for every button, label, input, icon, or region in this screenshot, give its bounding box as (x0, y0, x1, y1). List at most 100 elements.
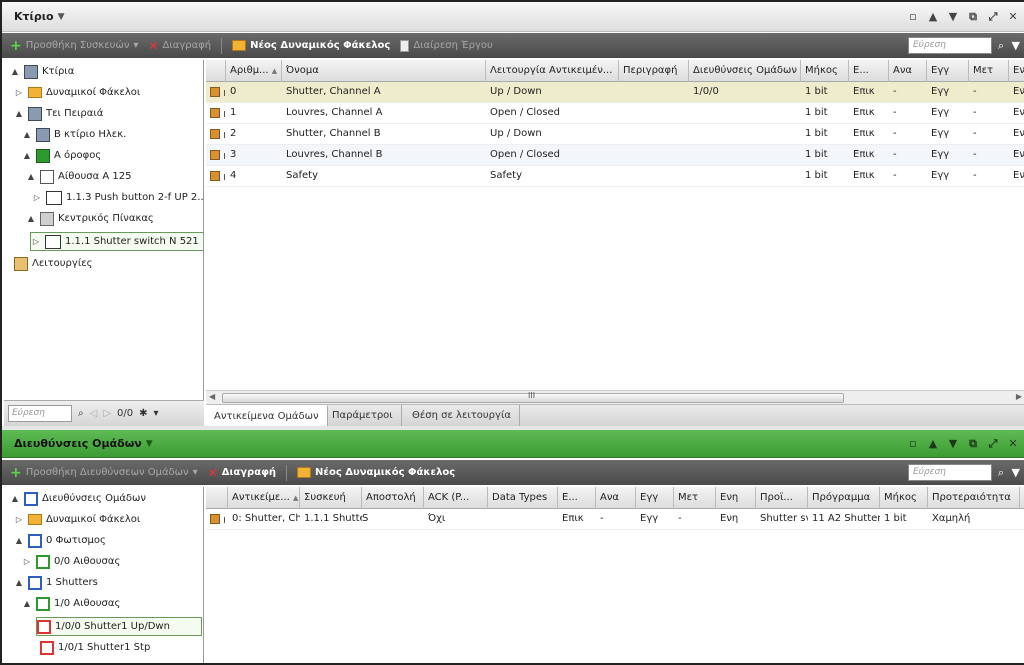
maximize-icon[interactable]: ⤢ (988, 10, 998, 24)
close-icon[interactable]: ✕ (1008, 437, 1018, 450)
column-header[interactable]: Ανα (596, 487, 636, 509)
horizontal-scrollbar[interactable]: ◀ III ▶ (206, 390, 1024, 404)
close-icon[interactable]: ✕ (1008, 10, 1018, 23)
column-header[interactable]: Ε... (849, 60, 889, 82)
column-header[interactable]: Μήκος (801, 60, 849, 82)
search-input[interactable]: Εύρεση (908, 464, 992, 481)
search-icon[interactable]: ⌕ (998, 466, 1004, 480)
expander-icon[interactable]: ▷ (14, 515, 24, 524)
expander-icon[interactable]: ▲ (14, 536, 24, 545)
column-header[interactable]: ACK (P... (424, 487, 488, 509)
expander-icon[interactable]: ▲ (10, 67, 20, 76)
new-dynamic-folder-button[interactable]: Νέος Δυναμικός Φάκελος (297, 467, 455, 478)
expander-icon[interactable]: ▲ (22, 599, 32, 608)
expander-icon[interactable]: ▷ (31, 237, 41, 246)
scroll-right-icon[interactable]: ▶ (1016, 392, 1022, 401)
add-group-addresses-button[interactable]: + Προσθήκη Διευθύνσεων Ομάδων ▾ (10, 466, 198, 480)
column-header[interactable]: Όνομα (282, 60, 486, 82)
column-header[interactable]: Αριθμ... ▲ (226, 60, 282, 82)
scroll-left-icon[interactable]: ◀ (209, 392, 215, 401)
table-row[interactable]: 4 Safety Safety 1 bit Επικ - Εγγ - Ενη (206, 166, 1024, 187)
column-header[interactable]: Εγγ (927, 60, 969, 82)
tree-item-tei-piraeus[interactable]: ▲ Τει Πειραιά (14, 104, 103, 123)
search-icon[interactable]: ⌕ (998, 39, 1004, 53)
tree-item-building-b[interactable]: ▲ Β κτίριο Ηλεκ. (22, 125, 126, 144)
tree-item-lighting[interactable]: ▲ 0 Φωτισμος (14, 531, 106, 550)
arrow-down-icon[interactable]: ▼ (948, 10, 958, 23)
building-panel-title[interactable]: Κτίριο (14, 10, 54, 23)
column-header[interactable]: Ανα (889, 60, 927, 82)
tree-item-shutters-rooms[interactable]: ▲ 1/0 Αιθουσας (22, 594, 120, 613)
tree-item-dynamic-folders[interactable]: ▷ Δυναμικοί Φάκελοι (14, 510, 140, 529)
maximize-icon[interactable]: ⤢ (988, 437, 998, 451)
pin-icon[interactable]: ▫ (908, 437, 918, 450)
expander-icon[interactable]: ▲ (14, 578, 24, 587)
column-header[interactable]: Προτεραιότητα (928, 487, 1020, 509)
gear-icon[interactable]: ✱ (139, 408, 147, 419)
column-header[interactable]: Μήκος (880, 487, 928, 509)
pin-icon[interactable]: ▫ (908, 10, 918, 23)
tree-item-group-addresses[interactable]: ▲ Διευθύνσεις Ομάδων (10, 489, 146, 508)
expander-icon[interactable]: ▲ (22, 151, 32, 160)
column-header[interactable]: Διευθύνσεις Ομάδων (689, 60, 801, 82)
filter-icon[interactable]: ▼ (1012, 39, 1020, 52)
table-row[interactable]: 2 Shutter, Channel B Up / Down 1 bit Επι… (206, 124, 1024, 145)
expander-icon[interactable]: ▷ (22, 557, 32, 566)
split-project-button[interactable]: Διαίρεση Έργου (400, 39, 493, 52)
tree-item-shutter1-stop[interactable]: 1/0/1 Shutter1 Stp (40, 638, 150, 657)
chevron-down-icon[interactable]: ▼ (58, 12, 65, 22)
column-header[interactable]: Αποστολή (362, 487, 424, 509)
expander-icon[interactable]: ▲ (26, 172, 36, 181)
arrow-up-icon[interactable]: ▲ (928, 10, 938, 23)
tree-item-shutters[interactable]: ▲ 1 Shutters (14, 573, 98, 592)
filter-icon[interactable]: ▼ (1012, 466, 1020, 479)
next-icon[interactable]: ▷ (103, 408, 111, 419)
column-header[interactable]: Αντικείμε... ▲ (228, 487, 300, 509)
expander-icon[interactable]: ▲ (10, 494, 20, 503)
delete-button[interactable]: ✕ Διαγραφή (208, 466, 276, 480)
table-row[interactable]: 0: Shutter, Ch 1.1.1 Shutte S Όχι Επικ -… (206, 509, 1024, 530)
arrow-up-icon[interactable]: ▲ (928, 437, 938, 450)
expander-icon[interactable]: ▲ (22, 130, 32, 139)
arrow-down-icon[interactable]: ▼ (948, 437, 958, 450)
tree-search-input[interactable]: Εύρεση (8, 405, 72, 422)
tree-item-shutter1-updown[interactable]: 1/0/0 Shutter1 Up/Dwn (36, 617, 202, 636)
column-header[interactable]: Λειτουργία Αντικειμέν... (486, 60, 619, 82)
column-header[interactable]: Πρόγραμμα (808, 487, 880, 509)
column-header[interactable]: Ενη (716, 487, 756, 509)
column-header[interactable]: Εν (1009, 60, 1024, 82)
tree-item-functions[interactable]: Λειτουργίες (14, 254, 92, 273)
expander-icon[interactable]: ▲ (26, 214, 36, 223)
tab-group-objects[interactable]: Αντικείμενα Ομάδων (206, 405, 328, 427)
delete-button[interactable]: ✕ Διαγραφή (148, 39, 211, 53)
column-header[interactable]: Μετ (969, 60, 1009, 82)
tree-item-shutter-switch[interactable]: ▷ 1.1.1 Shutter switch N 521 (30, 232, 203, 251)
table-row[interactable]: 1 Louvres, Channel A Open / Closed 1 bit… (206, 103, 1024, 124)
chevron-down-icon[interactable]: ▾ (154, 408, 159, 419)
expander-icon[interactable]: ▷ (32, 193, 42, 202)
restore-icon[interactable]: ⧉ (968, 10, 978, 24)
column-header[interactable]: Περιγραφή (619, 60, 689, 82)
tree-item-push-button[interactable]: ▷ 1.1.3 Push button 2-f UP 2... (32, 188, 203, 207)
previous-icon[interactable]: ◁ (90, 408, 98, 419)
new-dynamic-folder-button[interactable]: Νέος Δυναμικός Φάκελος (232, 40, 390, 51)
column-header[interactable]: Εγγ (636, 487, 674, 509)
table-row[interactable]: 3 Louvres, Channel B Open / Closed 1 bit… (206, 145, 1024, 166)
search-icon[interactable]: ⌕ (78, 408, 84, 419)
expander-icon[interactable]: ▷ (14, 88, 24, 97)
tree-item-room-a125[interactable]: ▲ Αίθουσα Α 125 (26, 167, 131, 186)
chevron-down-icon[interactable]: ▼ (146, 439, 153, 449)
column-header[interactable]: Μετ (674, 487, 716, 509)
table-row[interactable]: 0 Shutter, Channel A Up / Down 1/0/0 1 b… (206, 82, 1024, 103)
expander-icon[interactable]: ▲ (14, 109, 24, 118)
column-header[interactable]: Data Types (488, 487, 558, 509)
tab-parameters[interactable]: Παράμετροι (324, 405, 402, 427)
search-input[interactable]: Εύρεση (908, 37, 992, 54)
group-addresses-panel-title[interactable]: Διευθύνσεις Ομάδων (14, 437, 142, 450)
tree-item-main-panel[interactable]: ▲ Κεντρικός Πίνακας (26, 209, 154, 228)
tree-item-lighting-rooms[interactable]: ▷ 0/0 Αιθουσας (22, 552, 120, 571)
add-devices-button[interactable]: + Προσθήκη Συσκευών ▾ (10, 39, 138, 53)
tree-item-buildings[interactable]: ▲ Κτίρια (10, 62, 74, 81)
column-header[interactable]: Ε... (558, 487, 596, 509)
tree-item-floor-a[interactable]: ▲ Α όροφος (22, 146, 101, 165)
